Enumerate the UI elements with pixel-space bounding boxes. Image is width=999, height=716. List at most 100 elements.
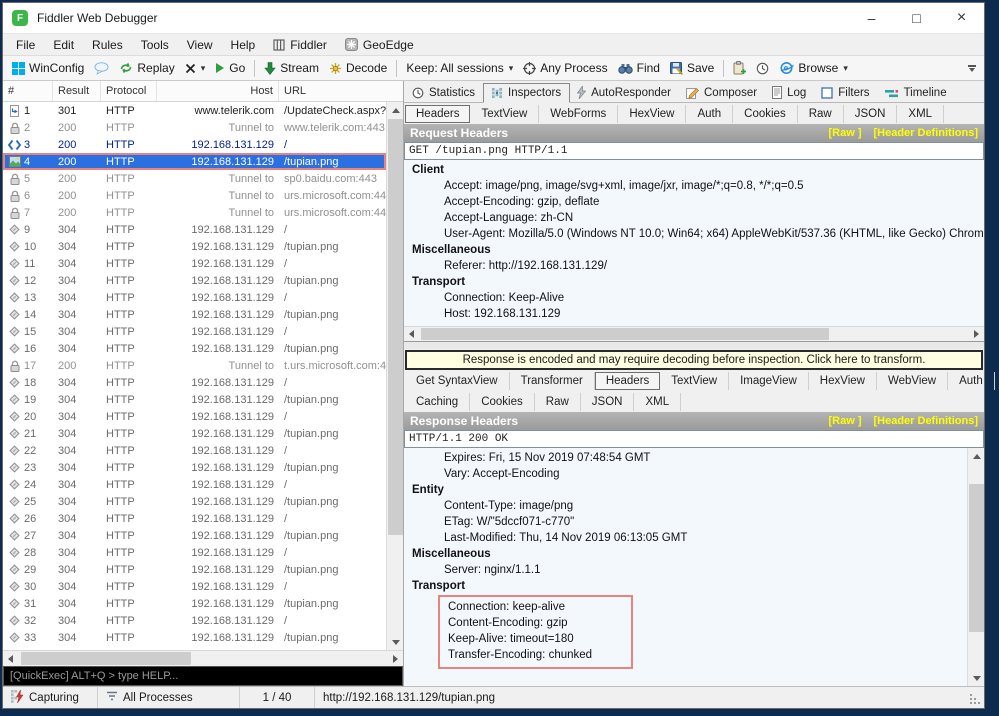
session-row-30[interactable]: 30304HTTP192.168.131.129/	[3, 578, 386, 595]
request-tab-json[interactable]: JSON	[844, 105, 898, 123]
session-row-31[interactable]: 31304HTTP192.168.131.129/tupian.png	[3, 595, 386, 612]
find-button[interactable]: Find	[613, 57, 665, 79]
close-button[interactable]: ×	[939, 3, 984, 33]
request-tab-headers[interactable]: Headers	[405, 105, 470, 123]
header-definitions-link[interactable]: [Header Definitions]	[873, 415, 978, 427]
scrollbar-thumb[interactable]	[421, 328, 829, 340]
screenshot-button[interactable]	[728, 57, 751, 79]
menu-item-help[interactable]: Help	[222, 34, 265, 55]
tab-inspectors[interactable]: Inspectors	[483, 83, 570, 103]
session-row-20[interactable]: 20304HTTP192.168.131.129/	[3, 408, 386, 425]
menu-item-geoedge[interactable]: GeoEdge	[336, 34, 423, 55]
request-tab-webforms[interactable]: WebForms	[539, 105, 618, 123]
menu-item-edit[interactable]: Edit	[44, 34, 83, 55]
session-row-10[interactable]: 10304HTTP192.168.131.129/tupian.png	[3, 238, 386, 255]
session-row-19[interactable]: 19304HTTP192.168.131.129/tupian.png	[3, 391, 386, 408]
decode-button[interactable]: Decode	[324, 57, 392, 79]
response-tab-auth[interactable]: Auth	[948, 372, 995, 390]
session-row-22[interactable]: 22304HTTP192.168.131.129/	[3, 442, 386, 459]
scroll-up-arrow[interactable]	[968, 448, 985, 464]
response-tab-textview[interactable]: TextView	[660, 372, 729, 390]
response-vertical-scrollbar[interactable]	[967, 448, 984, 686]
column-header-result[interactable]: Result	[53, 81, 101, 101]
winconfig-button[interactable]: WinConfig	[7, 57, 89, 79]
maximize-button[interactable]: □	[894, 3, 939, 33]
session-list-horizontal-scrollbar[interactable]	[3, 650, 403, 666]
header-definitions-link[interactable]: [Header Definitions]	[873, 127, 978, 139]
session-row-25[interactable]: 25304HTTP192.168.131.129/tupian.png	[3, 493, 386, 510]
response-tab-imageview[interactable]: ImageView	[729, 372, 809, 390]
session-row-29[interactable]: 29304HTTP192.168.131.129/tupian.png	[3, 561, 386, 578]
session-row-14[interactable]: 14304HTTP192.168.131.129/tupian.png	[3, 306, 386, 323]
session-row-33[interactable]: 33304HTTP192.168.131.129/tupian.png	[3, 629, 386, 646]
response-tab-transformer[interactable]: Transformer	[510, 372, 595, 390]
menu-item-tools[interactable]: Tools	[132, 34, 178, 55]
session-row-13[interactable]: 13304HTTP192.168.131.129/	[3, 289, 386, 306]
session-row-32[interactable]: 32304HTTP192.168.131.129/	[3, 612, 386, 629]
session-row-18[interactable]: 18304HTTP192.168.131.129/	[3, 374, 386, 391]
minimize-button[interactable]: –	[849, 3, 894, 33]
scroll-down-arrow[interactable]	[968, 670, 985, 686]
browse-button[interactable]: eBrowse▾	[774, 57, 853, 79]
comment-button[interactable]	[89, 57, 114, 79]
session-row-1[interactable]: 1301HTTPwww.telerik.com/UpdateCheck.aspx…	[3, 102, 386, 119]
session-row-7[interactable]: 7200HTTPTunnel tours.microsoft.com:443	[3, 204, 386, 221]
column-header-url[interactable]: URL	[279, 81, 403, 101]
tab-composer[interactable]: Composer	[679, 83, 765, 102]
request-tab-hexview[interactable]: HexView	[618, 105, 686, 123]
column-header-host[interactable]: Host	[157, 81, 279, 101]
request-tab-textview[interactable]: TextView	[470, 105, 539, 123]
keep-sessions-button[interactable]: Keep: All sessions▾	[401, 57, 518, 79]
resize-grip[interactable]	[970, 687, 984, 708]
session-row-23[interactable]: 23304HTTP192.168.131.129/tupian.png	[3, 459, 386, 476]
process-filter[interactable]: All Processes	[98, 687, 240, 708]
toolbar-overflow-button[interactable]	[966, 65, 980, 72]
response-tab-get-syntaxview[interactable]: Get SyntaxView	[405, 372, 510, 390]
session-row-15[interactable]: 15304HTTP192.168.131.129/	[3, 323, 386, 340]
request-horizontal-scrollbar[interactable]	[404, 326, 984, 341]
session-row-27[interactable]: 27304HTTP192.168.131.129/tupian.png	[3, 527, 386, 544]
go-button[interactable]: Go	[210, 57, 250, 79]
response-tab-raw[interactable]: Raw	[535, 393, 581, 411]
replay-button[interactable]: Replay	[114, 57, 179, 79]
session-row-12[interactable]: 12304HTTP192.168.131.129/tupian.png	[3, 272, 386, 289]
any-process-button[interactable]: Any Process	[518, 57, 612, 79]
tab-statistics[interactable]: Statistics	[405, 84, 483, 102]
scroll-down-arrow[interactable]	[387, 634, 404, 650]
response-tab-webview[interactable]: WebView	[877, 372, 948, 390]
request-tab-xml[interactable]: XML	[897, 105, 944, 123]
session-row-6[interactable]: 6200HTTPTunnel tours.microsoft.com:443	[3, 187, 386, 204]
scrollbar-thumb[interactable]	[388, 119, 403, 535]
response-tab-hexview[interactable]: HexView	[809, 372, 877, 390]
raw-link[interactable]: [Raw ]	[828, 127, 861, 139]
scroll-left-arrow[interactable]	[404, 327, 419, 341]
session-row-21[interactable]: 21304HTTP192.168.131.129/tupian.png	[3, 425, 386, 442]
scroll-right-arrow[interactable]	[388, 651, 403, 666]
menu-item-rules[interactable]: Rules	[83, 34, 132, 55]
menu-item-fiddler[interactable]: Fiddler	[264, 34, 336, 55]
scrollbar-thumb[interactable]	[969, 484, 984, 632]
menu-item-file[interactable]: File	[7, 34, 44, 55]
response-tab-json[interactable]: JSON	[581, 393, 635, 411]
scroll-up-arrow[interactable]	[387, 102, 404, 118]
stream-button[interactable]: Stream	[259, 57, 324, 79]
request-response-splitter[interactable]	[404, 341, 984, 349]
column-header-number[interactable]: #	[3, 81, 53, 101]
transform-banner[interactable]: Response is encoded and may require deco…	[405, 350, 983, 370]
session-row-3[interactable]: 3200HTTP192.168.131.129/	[3, 136, 386, 153]
scroll-right-arrow[interactable]	[969, 327, 984, 341]
request-tab-raw[interactable]: Raw	[798, 105, 844, 123]
session-row-5[interactable]: 5200HTTPTunnel tosp0.baidu.com:443	[3, 170, 386, 187]
session-row-17[interactable]: 17200HTTPTunnel tot.urs.microsoft.com:4	[3, 357, 386, 374]
scroll-left-arrow[interactable]	[3, 651, 18, 666]
session-row-9[interactable]: 9304HTTP192.168.131.129/	[3, 221, 386, 238]
tab-filters[interactable]: Filters	[814, 84, 877, 102]
quickexec-input[interactable]: [QuickExec] ALT+Q > type HELP...	[3, 666, 403, 686]
session-row-2[interactable]: 2200HTTPTunnel towww.telerik.com:443	[3, 119, 386, 136]
session-row-16[interactable]: 16304HTTP192.168.131.129/tupian.png	[3, 340, 386, 357]
session-row-26[interactable]: 26304HTTP192.168.131.129/	[3, 510, 386, 527]
capturing-toggle[interactable]: Capturing	[3, 687, 98, 708]
response-tab-caching[interactable]: Caching	[405, 393, 470, 411]
raw-link[interactable]: [Raw ]	[828, 415, 861, 427]
menu-item-view[interactable]: View	[178, 34, 222, 55]
